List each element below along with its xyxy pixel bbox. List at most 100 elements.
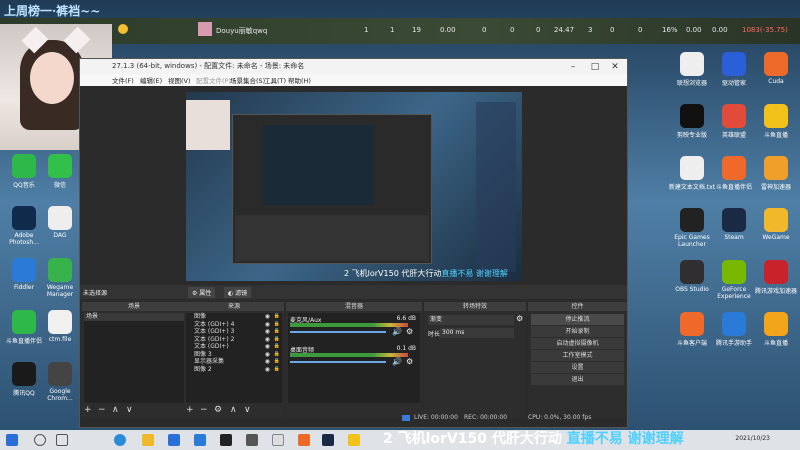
control-button[interactable]: 工作室模式 bbox=[531, 350, 624, 361]
gear-icon[interactable]: ⚙ bbox=[516, 314, 523, 323]
speaker-icon[interactable]: 🔊 bbox=[392, 357, 402, 366]
visibility-eye-icon[interactable]: ◉ bbox=[265, 321, 270, 329]
folder-icon[interactable] bbox=[142, 434, 154, 446]
visibility-eye-icon[interactable]: ◉ bbox=[265, 343, 270, 351]
start-button[interactable] bbox=[6, 434, 18, 446]
app-icon[interactable] bbox=[348, 434, 360, 446]
visibility-eye-icon[interactable]: ◉ bbox=[265, 351, 270, 359]
minimize-button[interactable]: – bbox=[563, 60, 583, 75]
visibility-eye-icon[interactable]: ◉ bbox=[265, 336, 270, 344]
transition-select[interactable]: 渐变 bbox=[428, 315, 514, 325]
app-icon bbox=[680, 156, 704, 180]
douyu-icon[interactable] bbox=[298, 434, 310, 446]
source-item[interactable]: 文本 (GDI+) ◉ 🔒 bbox=[186, 343, 282, 351]
filters-button[interactable]: ◐ 滤镜 bbox=[224, 287, 252, 298]
scene-item[interactable]: 场景 bbox=[84, 313, 184, 321]
steam-icon[interactable] bbox=[322, 434, 334, 446]
desktop-icon[interactable]: 雷神加速器 bbox=[752, 156, 800, 191]
desktop-icon[interactable]: Epic Games Launcher bbox=[668, 208, 716, 248]
lock-icon[interactable]: 🔒 bbox=[274, 358, 280, 366]
desktop-icon[interactable]: OBS Studio bbox=[668, 260, 716, 293]
app-icon bbox=[764, 312, 788, 336]
menu-tools[interactable]: 工具(T) bbox=[264, 75, 286, 85]
lock-icon[interactable]: 🔒 bbox=[274, 313, 280, 321]
volume-slider[interactable] bbox=[290, 361, 386, 363]
source-item[interactable]: 文本 (GDI+) 4 ◉ 🔒 bbox=[186, 321, 282, 329]
source-label: 图像 3 bbox=[194, 350, 212, 358]
close-button[interactable]: ✕ bbox=[605, 60, 625, 75]
mail-icon[interactable] bbox=[168, 434, 180, 446]
edge-icon[interactable] bbox=[114, 434, 126, 446]
desktop-icon[interactable]: 剪映专业版 bbox=[668, 104, 716, 139]
menu-file[interactable]: 文件(F) bbox=[112, 75, 134, 85]
menu-edit[interactable]: 编辑(E) bbox=[140, 75, 162, 85]
desktop-icon[interactable]: Cuda bbox=[752, 52, 800, 85]
gear-icon[interactable]: ⚙ bbox=[406, 357, 413, 366]
properties-button[interactable]: ⚙ 属性 bbox=[188, 287, 216, 298]
transitions-header: 转场特效 bbox=[424, 302, 526, 311]
stat-value: 24.47 bbox=[554, 26, 575, 34]
desktop-icon[interactable]: Google Chrom... bbox=[36, 362, 84, 402]
lock-icon[interactable]: 🔒 bbox=[274, 321, 280, 329]
visibility-eye-icon[interactable]: ◉ bbox=[265, 358, 270, 366]
desktop-icon[interactable]: DAG bbox=[36, 206, 84, 239]
gear-icon[interactable]: ⚙ bbox=[406, 327, 413, 336]
source-item[interactable]: 图像 ◉ 🔒 bbox=[186, 313, 282, 321]
duration-input[interactable]: 300 ms bbox=[440, 328, 514, 338]
stat-value: 0 bbox=[510, 26, 515, 34]
app-icon bbox=[48, 154, 72, 178]
app-icon bbox=[680, 260, 704, 284]
obs-taskbar-icon[interactable] bbox=[246, 434, 258, 446]
desktop-icon[interactable]: Steam bbox=[710, 208, 758, 241]
desktop-icon[interactable]: ctm.file bbox=[36, 310, 84, 343]
menu-view[interactable]: 视图(V) bbox=[168, 75, 191, 85]
desktop-icon[interactable]: 斗鱼直播伴侣 bbox=[710, 156, 758, 191]
desktop-icon[interactable]: 英雄联盟 bbox=[710, 104, 758, 139]
desktop-icon[interactable]: 腾讯游戏加速器 bbox=[752, 260, 800, 295]
menu-profile[interactable]: 配置文件(P) bbox=[196, 75, 231, 85]
visibility-eye-icon[interactable]: ◉ bbox=[265, 366, 270, 374]
lock-icon[interactable]: 🔒 bbox=[274, 366, 280, 374]
desktop-icon[interactable]: WeGame bbox=[752, 208, 800, 241]
source-item[interactable]: 文本 (GDI+) 2 ◉ 🔒 bbox=[186, 336, 282, 344]
preview-canvas[interactable]: 2 飞机lorV150 代肝大行动直播不易 谢谢理解 bbox=[186, 92, 522, 281]
search-icon[interactable] bbox=[34, 434, 46, 446]
desktop-icon[interactable]: 驱动管家 bbox=[710, 52, 758, 87]
control-button[interactable]: 停止推流 bbox=[531, 314, 624, 325]
source-item[interactable]: 显示器采集 ◉ 🔒 bbox=[186, 358, 282, 366]
lock-icon[interactable]: 🔒 bbox=[274, 351, 280, 359]
app-icon[interactable] bbox=[194, 434, 206, 446]
volume-slider[interactable] bbox=[290, 331, 386, 333]
visibility-eye-icon[interactable]: ◉ bbox=[265, 313, 270, 321]
source-item[interactable]: 图像 3 ◉ 🔒 bbox=[186, 351, 282, 359]
sources-panel: 来源 图像 ◉ 🔒 文本 (GDI+) 4 ◉ 🔒 文本 (GDI+) 3 ◉ 🔒 文本 (GDI… bbox=[184, 302, 284, 417]
desktop-icon[interactable]: 微信 bbox=[36, 154, 84, 189]
visibility-eye-icon[interactable]: ◉ bbox=[265, 328, 270, 336]
source-item[interactable]: 图像 2 ◉ 🔒 bbox=[186, 366, 282, 374]
desktop-icon[interactable]: GeForce Experience bbox=[710, 260, 758, 300]
lock-icon[interactable]: 🔒 bbox=[274, 328, 280, 336]
desktop-icon[interactable]: 联想浏览器 bbox=[668, 52, 716, 87]
control-button[interactable]: 启动虚拟摄像机 bbox=[531, 338, 624, 349]
desktop-icon[interactable]: 斗鱼直播 bbox=[752, 104, 800, 139]
desktop-icon[interactable]: Wegame Manager bbox=[36, 258, 84, 298]
app-icon[interactable] bbox=[220, 434, 232, 446]
control-button[interactable]: 设置 bbox=[531, 362, 624, 373]
task-view-icon[interactable] bbox=[56, 434, 68, 446]
maximize-button[interactable]: □ bbox=[585, 60, 605, 75]
lock-icon[interactable]: 🔒 bbox=[274, 343, 280, 351]
menu-scene-collection[interactable]: 场景集合(S) bbox=[230, 75, 265, 85]
desktop-icon[interactable]: 腾讯手游助手 bbox=[710, 312, 758, 347]
desktop-icon[interactable]: 斗鱼直播 bbox=[752, 312, 800, 347]
control-button[interactable]: 退出 bbox=[531, 374, 624, 385]
nested-desktop-icons bbox=[476, 102, 516, 272]
avatar bbox=[198, 22, 212, 36]
desktop-icon[interactable]: 斗鱼客户端 bbox=[668, 312, 716, 347]
menu-help[interactable]: 帮助(H) bbox=[288, 75, 311, 85]
source-item[interactable]: 文本 (GDI+) 3 ◉ 🔒 bbox=[186, 328, 282, 336]
control-button[interactable]: 开始录制 bbox=[531, 326, 624, 337]
speaker-icon[interactable]: 🔊 bbox=[392, 327, 402, 336]
lock-icon[interactable]: 🔒 bbox=[274, 336, 280, 344]
desktop-icon[interactable]: 新建文本文档.txt bbox=[668, 156, 716, 191]
chrome-icon[interactable] bbox=[272, 434, 284, 446]
